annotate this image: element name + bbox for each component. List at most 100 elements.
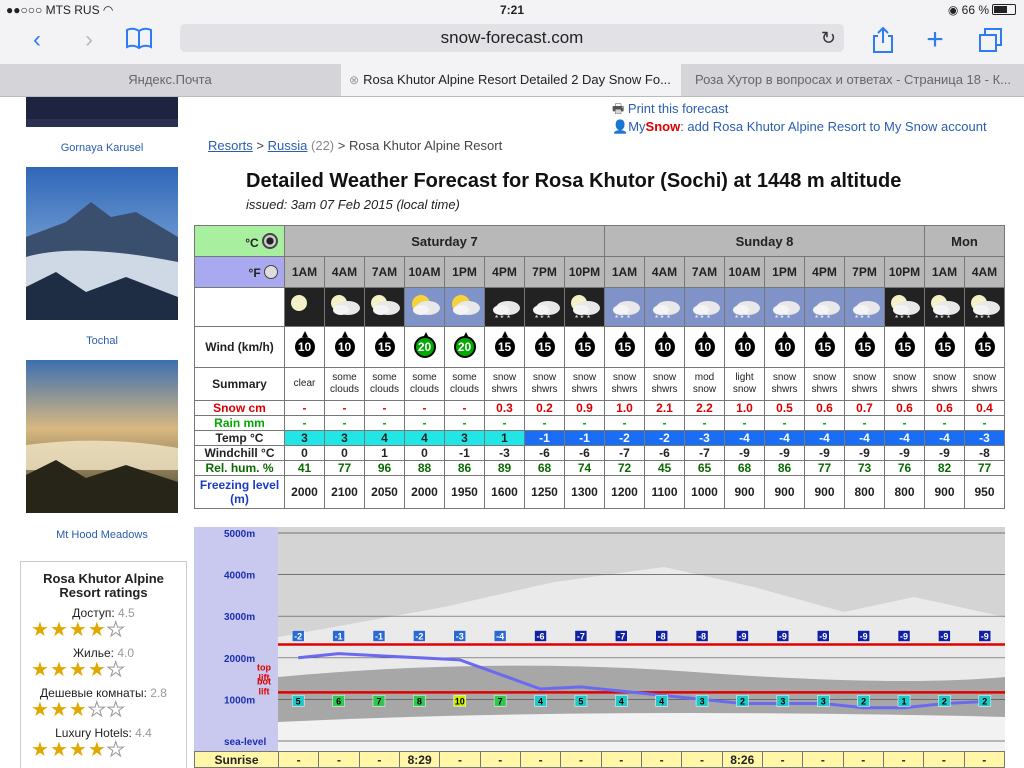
freezing-level-cell: 2000 [404, 475, 445, 509]
top-temp-value: -9 [860, 631, 868, 641]
wind-cell: 10 [324, 326, 365, 368]
hour-header: 1AM [604, 256, 645, 288]
rain-cell: - [764, 415, 805, 431]
humidity-cell: 96 [364, 460, 405, 476]
hour-header: 10PM [564, 256, 605, 288]
star-icon: ★ [49, 699, 69, 721]
tab-rosa-khutor-forecast[interactable]: ⊗ Rosa Khutor Alpine Resort Detailed 2 Da… [341, 64, 681, 96]
rain-cell: - [364, 415, 405, 431]
top-temp-value: -9 [981, 631, 989, 641]
caption-tochal[interactable]: Tochal [0, 335, 204, 347]
windchill-cell: -7 [604, 445, 645, 461]
star-icon: ★ [49, 739, 69, 761]
freezing-level-cell: 900 [804, 475, 845, 509]
rating-stars: ★★★★★ [31, 699, 186, 721]
hour-header: 4AM [964, 256, 1005, 288]
rating-item: Жилье: 4.0 ★★★★★ [21, 646, 186, 681]
lock-rotation-icon: ◉ [947, 3, 959, 17]
moon-snow-icon: * * * [964, 287, 1005, 327]
reload-icon[interactable]: ↻ [821, 24, 836, 52]
bottom-temp-value: 5 [296, 696, 301, 706]
breadcrumb-resorts[interactable]: Resorts [208, 138, 253, 153]
hour-header: 1PM [764, 256, 805, 288]
resort-thumbnail-gornaya-karusel[interactable] [26, 97, 178, 127]
sunrise-cell: - [519, 751, 562, 768]
altitude-label: 4000m [224, 571, 255, 582]
snow-foreground-shape [278, 713, 1005, 751]
freezing-level-cell: 800 [844, 475, 885, 509]
resort-thumbnail-mt-hood-meadows[interactable] [26, 360, 178, 513]
top-temp-value: -2 [415, 631, 423, 641]
svg-text:* *: * * [735, 314, 743, 323]
hour-header: 1PM [444, 256, 485, 288]
row-label-freezing: Freezing level (m) [194, 475, 285, 509]
bot-lift_label: lift [259, 686, 270, 696]
moon-cloud-icon [364, 287, 405, 327]
altitude-label: 3000m [224, 612, 255, 623]
celsius-toggle[interactable]: °C [194, 225, 285, 257]
star-icon: ★ [87, 619, 107, 641]
wind-cell: 15 [844, 326, 885, 368]
sunrise-cell: - [318, 751, 360, 768]
humidity-cell: 73 [844, 460, 885, 476]
freezing-level-cell: 1300 [564, 475, 605, 509]
windchill-cell: -9 [884, 445, 925, 461]
star-empty-icon: ★ [106, 659, 126, 681]
url-bar[interactable]: snow-forecast.com ↻ [180, 24, 844, 52]
forward-icon[interactable]: › [74, 26, 104, 54]
print-forecast-link[interactable]: 🖶 Print this forecast [612, 100, 987, 118]
wind-arrow-icon: 15 [814, 331, 835, 357]
bottom-temp-value: 4 [659, 696, 664, 706]
wind-cell: 10 [644, 326, 685, 368]
mysnow-link[interactable]: 👤MySnow: add Rosa Khutor Alpine Resort t… [612, 118, 987, 136]
rating-item: Доступ: 4.5 ★★★★★ [21, 606, 186, 641]
rain-cell: - [924, 415, 965, 431]
new-tab-icon[interactable]: + [920, 25, 950, 55]
sun-cloud-icon [444, 287, 485, 327]
tab-yandex-mail[interactable]: Яндекс.Почта [0, 64, 340, 96]
tab-rosa-khutor-forum[interactable]: Роза Хутор в вопросах и ответах - Страни… [682, 64, 1024, 96]
wind-arrow-icon: 10 [294, 331, 315, 357]
wind-arrow-icon: 15 [614, 331, 635, 357]
wind-cell: 15 [364, 326, 405, 368]
top-temp-value: -1 [335, 631, 343, 641]
back-icon[interactable]: ‹ [22, 26, 52, 54]
svg-text:*: * [667, 314, 670, 323]
wind-cell: 15 [804, 326, 845, 368]
day-header: Sunday 8 [604, 225, 925, 257]
tabs-overview-icon[interactable] [976, 26, 1006, 61]
snow-shower-icon: * * * [484, 287, 525, 327]
wind-arrow-icon: 10 [654, 331, 675, 357]
freezing-level-cell: 1600 [484, 475, 525, 509]
windchill-cell: 1 [364, 445, 405, 461]
share-icon[interactable] [868, 26, 898, 61]
bookmarks-icon[interactable] [124, 26, 154, 58]
wind-cell: 20 [404, 326, 445, 368]
freezing-level-cell: 2000 [284, 475, 325, 509]
top-temp-value: -9 [900, 631, 908, 641]
day-header: Mon [924, 225, 1005, 257]
hour-header: 7AM [364, 256, 405, 288]
windchill-cell: -8 [964, 445, 1005, 461]
humidity-cell: 74 [564, 460, 605, 476]
star-icon: ★ [31, 619, 50, 641]
summary-cell: clear [284, 367, 325, 401]
fahrenheit-toggle[interactable]: °F [194, 256, 285, 288]
temp-cell: 1 [484, 430, 525, 446]
row-label-wind: Wind (km/h) [194, 326, 285, 368]
caption-mt-hood-meadows[interactable]: Mt Hood Meadows [0, 529, 204, 541]
snow-shower-icon: * * * [764, 287, 805, 327]
snow-shower-icon: * * * [524, 287, 565, 327]
snow-shower-icon: * * * [644, 287, 685, 327]
close-tab-icon[interactable]: ⊗ [349, 64, 359, 96]
page-title: Detailed Weather Forecast for Rosa Khuto… [246, 170, 902, 192]
resort-thumbnail-tochal[interactable] [26, 167, 178, 320]
freezing-level-cell: 900 [764, 475, 805, 509]
hour-header: 4AM [324, 256, 365, 288]
sunrise-cell: - [802, 751, 844, 768]
summary-cell: snow shwrs [644, 367, 685, 401]
snow-shower-icon: * * * [844, 287, 885, 327]
wind-arrow-icon: 15 [974, 331, 995, 357]
caption-gornaya-karusel[interactable]: Gornaya Karusel [0, 142, 204, 154]
breadcrumb-russia[interactable]: Russia [268, 138, 308, 153]
